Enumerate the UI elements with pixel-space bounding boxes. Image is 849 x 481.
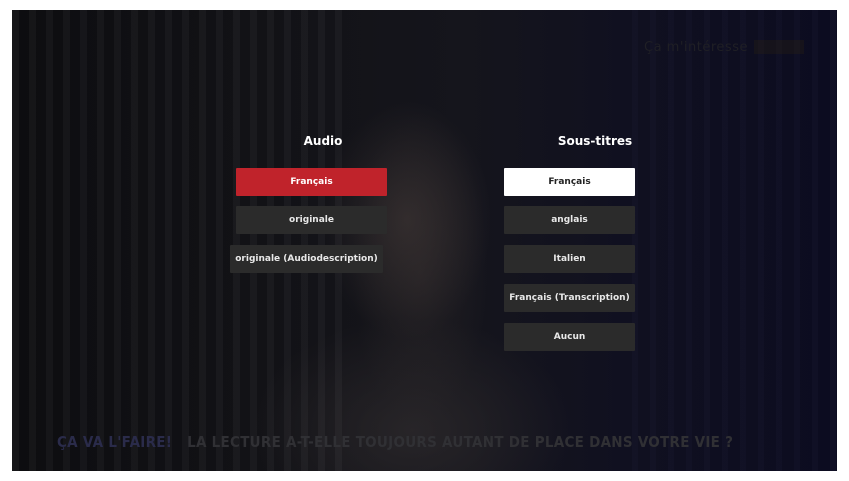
subtitle-option-italien[interactable]: Italien: [504, 245, 635, 273]
audio-option-francais[interactable]: Français: [236, 168, 387, 196]
subtitle-option-anglais[interactable]: anglais: [504, 206, 635, 234]
program-banner: ÇA VA L'FAIRE! LA LECTURE A-T-ELLE TOUJO…: [57, 433, 733, 451]
audio-option-originale-audiodescription[interactable]: originale (Audiodescription): [230, 245, 383, 273]
subtitle-option-francais-transcription[interactable]: Français (Transcription): [504, 284, 635, 312]
banner-highlight: ÇA VA L'FAIRE!: [57, 433, 173, 451]
audio-option-originale[interactable]: originale: [236, 206, 387, 234]
banner-text: LA LECTURE A-T-ELLE TOUJOURS AUTANT DE P…: [187, 433, 734, 451]
audio-title: Audio: [303, 134, 343, 148]
background-curtain: [12, 10, 342, 471]
background-curtain-right: [632, 10, 837, 471]
subtitles-title: Sous-titres: [557, 134, 633, 148]
video-player: Ça m'intéresse Audio Français originale …: [12, 10, 837, 471]
subtitle-option-francais[interactable]: Français: [504, 168, 635, 196]
channel-logo: Ça m'intéresse: [644, 40, 748, 55]
subtitle-option-aucun[interactable]: Aucun: [504, 323, 635, 351]
channel-logo-mark: [754, 40, 804, 54]
